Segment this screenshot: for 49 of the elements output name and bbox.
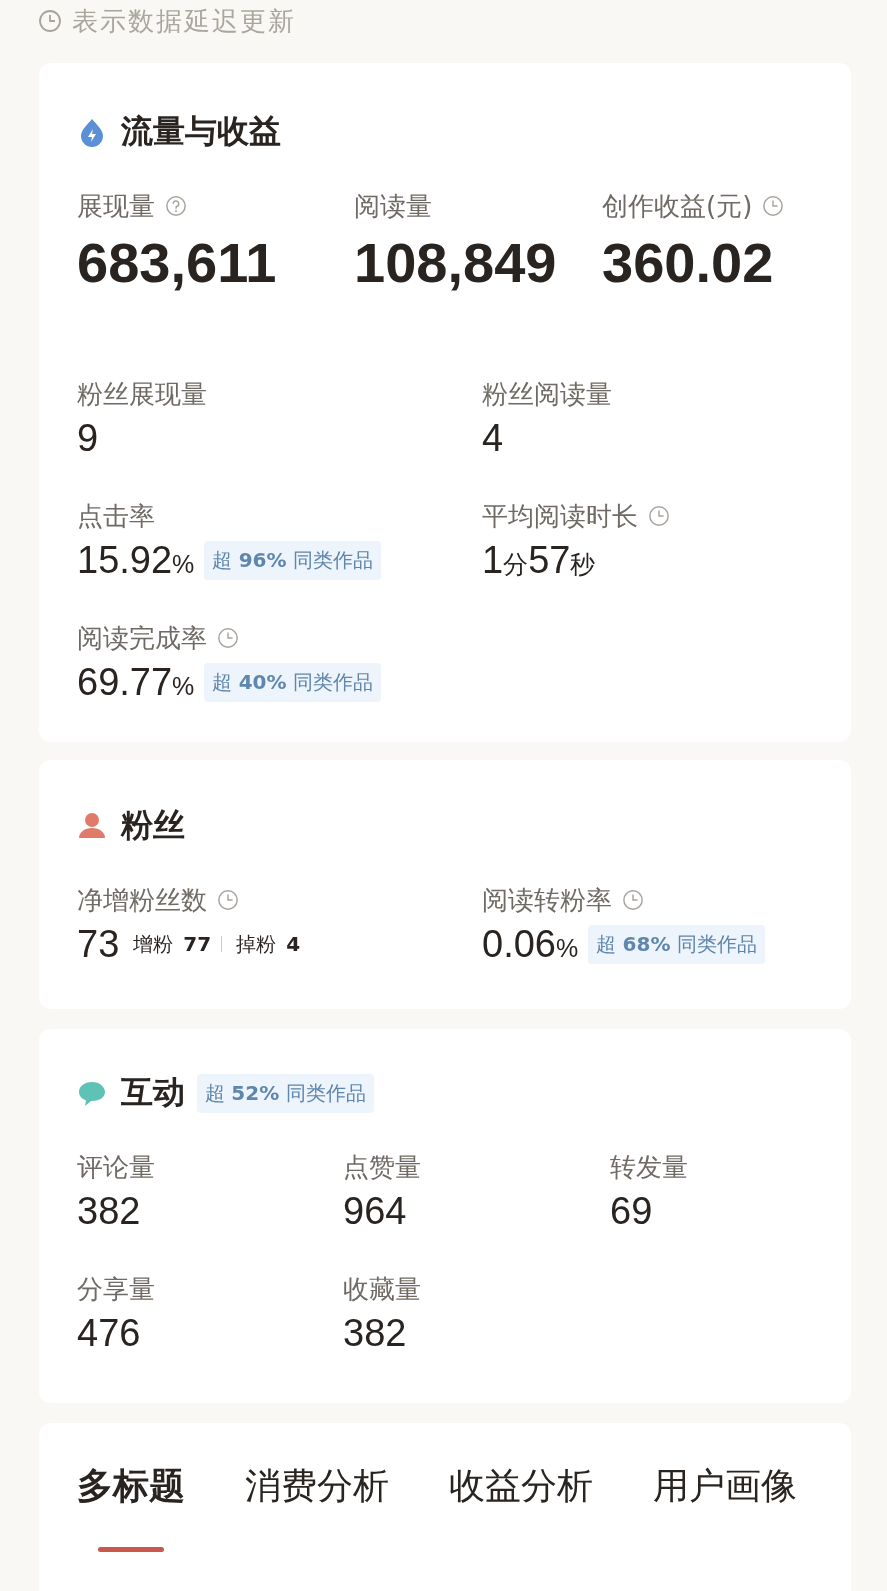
metric-value: 360.02 [602, 233, 775, 293]
metric-value: 0.06% [482, 922, 579, 966]
metric-label: 展现量 [77, 189, 155, 223]
tab[interactable]: 用户画像 [653, 1463, 797, 1509]
metric-value: 683,611 [77, 233, 278, 293]
section-title: 粉丝 [121, 805, 185, 846]
breakdown-label: 增粉 [133, 930, 174, 958]
metric-value: 69.77% [77, 660, 195, 704]
metric-label: 粉丝展现量 [77, 377, 207, 411]
metric-value: 382 [77, 1189, 141, 1233]
rank-badge: 超 68% 同类作品 [588, 924, 765, 964]
metric-value: 4 [482, 416, 504, 460]
metric-label: 点赞量 [343, 1150, 421, 1184]
metric-value: 73 [77, 922, 120, 966]
help-icon[interactable] [165, 195, 187, 217]
metric-value: 15.92% [77, 538, 195, 582]
tab-indicator [98, 1547, 164, 1552]
breakdown-value: 4 [286, 932, 301, 956]
metric-label: 净增粉丝数 [77, 883, 207, 917]
rank-badge: 超 52% 同类作品 [197, 1073, 374, 1113]
rank-badge: 超 96% 同类作品 [204, 540, 381, 580]
metric-label: 粉丝阅读量 [482, 377, 612, 411]
section-title: 互动 [121, 1072, 185, 1113]
tab[interactable]: 收益分析 [449, 1463, 593, 1509]
section-title: 流量与收益 [121, 111, 281, 152]
rank-badge: 超 40% 同类作品 [204, 662, 381, 702]
breakdown-label: 掉粉 [236, 930, 277, 958]
metric-value: 1分57秒 [482, 538, 596, 582]
metric-value: 476 [77, 1311, 141, 1355]
person-icon [77, 811, 107, 841]
metric-label: 评论量 [77, 1150, 155, 1184]
metric-label: 平均阅读时长 [482, 499, 638, 533]
metric-label: 收藏量 [343, 1272, 421, 1306]
metric-value: 108,849 [354, 233, 558, 293]
metric-label: 阅读完成率 [77, 621, 207, 655]
metric-label: 分享量 [77, 1272, 155, 1306]
metric-label: 转发量 [610, 1150, 688, 1184]
metric-label: 阅读量 [354, 189, 432, 223]
metric-value: 964 [343, 1189, 407, 1233]
tab[interactable]: 多标题 [77, 1463, 185, 1509]
metric-label: 创作收益(元) [602, 189, 753, 223]
breakdown-value: 77 [183, 932, 212, 956]
metric-value: 382 [343, 1311, 407, 1355]
tab[interactable]: 消费分析 [245, 1463, 389, 1509]
notice-text: 表示数据延迟更新 [72, 4, 296, 38]
metric-value: 69 [610, 1189, 653, 1233]
metric-label: 点击率 [77, 499, 155, 533]
metric-value: 9 [77, 416, 99, 460]
metric-label: 阅读转粉率 [482, 883, 612, 917]
